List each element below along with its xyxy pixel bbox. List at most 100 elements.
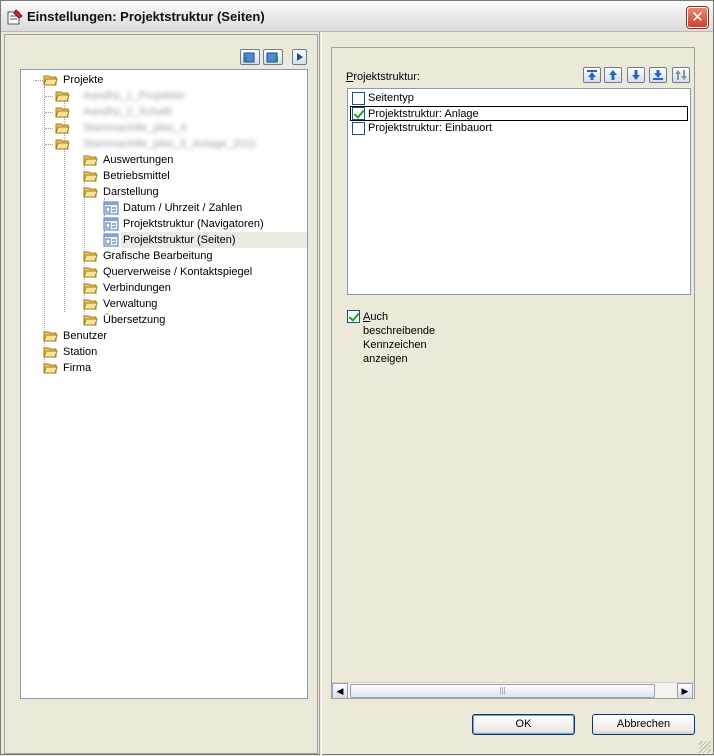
checkbox-anlage[interactable] — [352, 107, 365, 120]
option-label: Auch beschreibende Kennzeichen anzeigen — [363, 311, 436, 365]
expand-all-button[interactable] — [263, 49, 283, 65]
dialog-window: Einstellungen: Projektstruktur (Seiten) … — [0, 0, 714, 756]
folder-icon — [83, 251, 98, 262]
tree-node-station[interactable]: Station — [43, 344, 243, 360]
tree-label: Station — [63, 346, 98, 358]
sort-icon — [675, 70, 687, 80]
window-title: Einstellungen: Projektstruktur (Seiten) — [27, 9, 265, 24]
folder-icon — [83, 315, 98, 326]
tree-label: Stammachtle_plan_5_Anlage_2011 — [83, 138, 257, 150]
settings-page-icon — [103, 233, 119, 247]
chevron-left-icon: ◀ — [336, 686, 344, 696]
folder-icon — [43, 347, 58, 358]
tree-node-project[interactable]: Aandhs_2_Schaltl — [45, 104, 305, 120]
move-down-button[interactable] — [627, 67, 645, 83]
tree-label: Firma — [63, 362, 92, 374]
arrow-up-icon — [609, 70, 617, 80]
tree-node-betriebsmittel[interactable]: Betriebsmittel — [83, 168, 303, 184]
folder-open-icon — [83, 187, 98, 198]
tree-label: Auswertungen — [103, 154, 174, 166]
folder-icon — [83, 155, 98, 166]
tree-node-benutzer[interactable]: Benutzer — [43, 328, 243, 344]
structure-checklist[interactable]: Seitentyp Projektstruktur: Anlage Projek… — [347, 88, 691, 295]
pane-splitter[interactable] — [319, 32, 322, 756]
folder-icon — [55, 91, 70, 102]
folder-icon — [83, 299, 98, 310]
tree-label: Verwaltung — [103, 298, 158, 310]
tree-label: Projekte — [63, 74, 104, 86]
tree-label: Projektstruktur (Navigatoren) — [123, 218, 264, 230]
close-icon: ✕ — [691, 9, 704, 26]
resize-grip-icon[interactable] — [699, 741, 711, 753]
checkbox-seitentyp[interactable] — [352, 92, 365, 105]
collapse-all-button[interactable] — [240, 49, 260, 65]
collapse-tree-icon — [243, 52, 255, 63]
tree-node-project[interactable]: Aandhs_1_Projektstr — [45, 88, 305, 104]
folder-open-icon — [43, 75, 58, 86]
move-bottom-button[interactable] — [649, 67, 667, 83]
expand-tree-icon — [266, 52, 278, 63]
move-to-bottom-icon — [653, 70, 663, 80]
scroll-right-button[interactable]: ▶ — [677, 683, 693, 699]
move-top-button[interactable] — [583, 67, 601, 83]
folder-open-icon — [55, 139, 70, 150]
tree-node-uebersetzung[interactable]: Übersetzung — [83, 312, 303, 328]
list-item-anlage[interactable]: Projektstruktur: Anlage — [350, 106, 688, 121]
folder-icon — [83, 283, 98, 294]
tree-label: Übersetzung — [103, 314, 166, 326]
folder-icon — [43, 331, 58, 342]
tree-node-projektstruktur-seiten[interactable]: Projektstruktur (Seiten) — [103, 232, 303, 248]
tree-node-querverweise[interactable]: Querverweise / Kontaktspiegel — [83, 264, 303, 280]
settings-tree[interactable]: Projekte Aandhs_1_Projektstr Aandhs_2_Sc… — [20, 69, 308, 699]
tree-label: Aandhs_1_Projektstr — [83, 90, 186, 102]
grip-icon: ||| — [499, 686, 506, 695]
title-bar[interactable]: Einstellungen: Projektstruktur (Seiten) … — [1, 1, 713, 32]
tree-label: Darstellung — [103, 186, 159, 198]
folder-icon — [55, 107, 70, 118]
cancel-button[interactable]: Abbrechen — [592, 714, 695, 735]
checkbox-einbauort[interactable] — [352, 122, 365, 135]
tree-label: Verbindungen — [103, 282, 171, 294]
folder-icon — [83, 267, 98, 278]
ok-button[interactable]: OK — [472, 714, 575, 735]
tree-node-auswertungen[interactable]: Auswertungen — [83, 152, 303, 168]
tree-label: Querverweise / Kontaktspiegel — [103, 266, 253, 278]
tree-label: Datum / Uhrzeit / Zahlen — [123, 202, 243, 214]
sort-button[interactable] — [672, 67, 690, 83]
tree-node-project[interactable]: Stammachtle_plan_5_Anlage_2011 — [45, 136, 305, 152]
folder-icon — [43, 363, 58, 374]
tree-node-grafische-bearbeitung[interactable]: Grafische Bearbeitung — [83, 248, 303, 264]
next-button[interactable] — [292, 49, 307, 65]
app-icon — [7, 9, 23, 25]
move-to-top-icon — [587, 70, 597, 80]
tree-node-darstellung[interactable]: Darstellung — [83, 184, 303, 200]
play-arrow-icon — [297, 53, 303, 61]
chevron-right-icon: ▶ — [681, 686, 689, 696]
tree-node-verwaltung[interactable]: Verwaltung — [83, 296, 303, 312]
list-item-seitentyp[interactable]: Seitentyp — [350, 91, 688, 106]
move-up-button[interactable] — [604, 67, 622, 83]
tree-node-datum[interactable]: Datum / Uhrzeit / Zahlen — [103, 200, 303, 216]
scroll-left-button[interactable]: ◀ — [332, 683, 348, 699]
folder-icon — [83, 171, 98, 182]
scroll-thumb[interactable]: ||| — [350, 684, 655, 698]
tree-node-verbindungen[interactable]: Verbindungen — [83, 280, 303, 296]
checkbox-beschreibende-kennzeichen[interactable] — [347, 310, 360, 323]
tree-label: Benutzer — [63, 330, 108, 342]
arrow-down-icon — [632, 70, 640, 80]
list-item-einbauort[interactable]: Projektstruktur: Einbauort — [350, 121, 688, 136]
tree-node-projekte[interactable]: Projekte — [35, 72, 235, 88]
settings-page-icon — [103, 201, 119, 215]
close-button[interactable]: ✕ — [686, 6, 709, 29]
settings-page-icon — [103, 217, 119, 231]
tree-node-firma[interactable]: Firma — [43, 360, 243, 376]
tree-label: Grafische Bearbeitung — [103, 250, 213, 262]
tree-label: Stammachtle_plan_4 — [83, 122, 187, 134]
horizontal-scrollbar[interactable]: ◀ ||| ▶ — [332, 682, 694, 699]
tree-label: Projektstruktur (Seiten) — [123, 234, 236, 246]
folder-icon — [55, 123, 70, 134]
tree-label: Betriebsmittel — [103, 170, 170, 182]
projektstruktur-label: Projektstruktur: — [346, 71, 420, 83]
tree-node-project[interactable]: Stammachtle_plan_4 — [45, 120, 305, 136]
tree-node-projektstruktur-navigatoren[interactable]: Projektstruktur (Navigatoren) — [103, 216, 303, 232]
